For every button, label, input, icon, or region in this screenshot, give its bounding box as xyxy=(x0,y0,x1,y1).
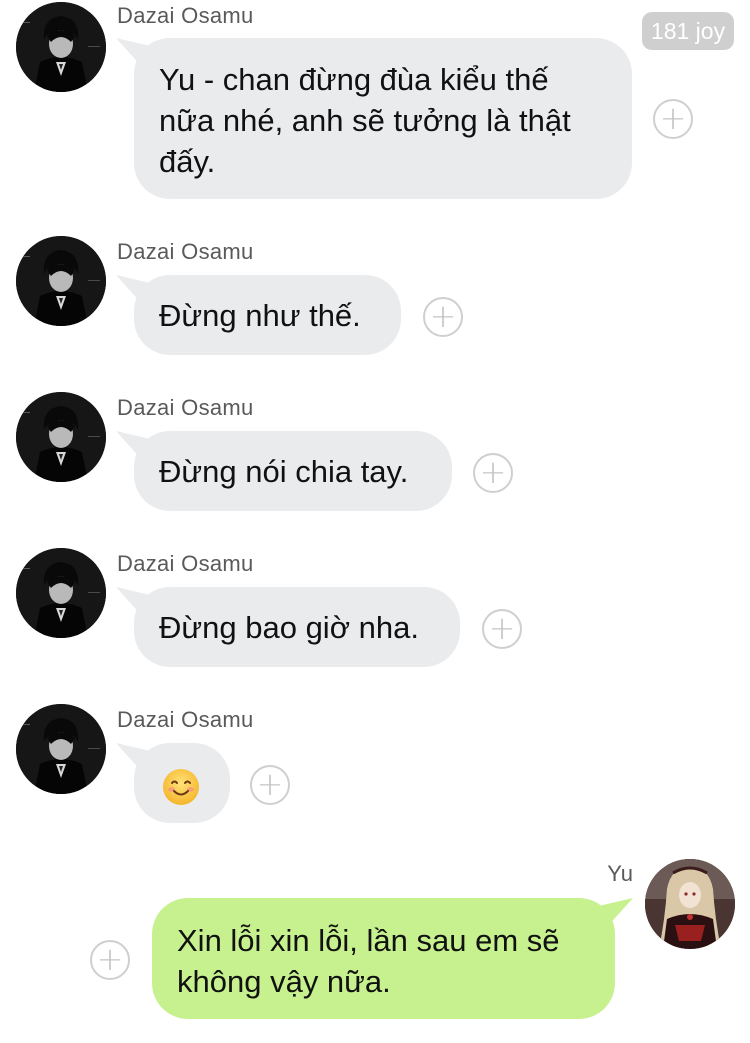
plus-circle-icon[interactable]: + xyxy=(473,453,513,493)
message-text: Đừng nói chia tay. xyxy=(159,454,409,489)
dazai-avatar[interactable] xyxy=(16,704,106,794)
sender-name: Dazai Osamu xyxy=(117,239,254,264)
dazai-avatar-image xyxy=(16,392,106,482)
dazai-avatar-image xyxy=(16,236,106,326)
message-bubble[interactable]: Đừng như thế. xyxy=(134,275,401,355)
plus-circle-icon[interactable]: + xyxy=(653,99,693,139)
message-bubble[interactable] xyxy=(134,743,230,823)
dazai-avatar[interactable] xyxy=(16,392,106,482)
message-text: Yu - chan đừng đùa kiểu thế nữa nhé, anh… xyxy=(159,62,571,179)
yu-avatar-image xyxy=(645,859,735,949)
plus-circle-icon[interactable]: + xyxy=(250,765,290,805)
sender-name: Dazai Osamu xyxy=(117,707,254,732)
plus-circle-icon[interactable]: + xyxy=(423,297,463,337)
dazai-avatar-image xyxy=(16,2,106,92)
plus-circle-icon[interactable]: + xyxy=(482,609,522,649)
message-bubble-outgoing[interactable]: Xin lỗi xin lỗi, lần sau em sẽ không vậy… xyxy=(152,898,615,1019)
dazai-avatar[interactable] xyxy=(16,2,106,92)
sender-name: Yu xyxy=(607,861,633,886)
smiling-face-emoji xyxy=(163,768,199,805)
reaction-count-badge[interactable]: 181 joy xyxy=(642,12,734,50)
dazai-avatar[interactable] xyxy=(16,236,106,326)
dazai-avatar-image xyxy=(16,704,106,794)
dazai-avatar-image xyxy=(16,548,106,638)
message-text: Đừng bao giờ nha. xyxy=(159,610,419,645)
plus-circle-icon[interactable]: + xyxy=(90,940,130,980)
message-bubble[interactable]: Yu - chan đừng đùa kiểu thế nữa nhé, anh… xyxy=(134,38,632,199)
yu-avatar[interactable] xyxy=(645,859,735,949)
sender-name: Dazai Osamu xyxy=(117,395,254,420)
message-bubble[interactable]: Đừng nói chia tay. xyxy=(134,431,452,511)
sender-name: Dazai Osamu xyxy=(117,3,254,28)
message-text: Xin lỗi xin lỗi, lần sau em sẽ không vậy… xyxy=(177,923,560,999)
sender-name: Dazai Osamu xyxy=(117,551,254,576)
message-bubble[interactable]: Đừng bao giờ nha. xyxy=(134,587,460,667)
message-text: Đừng như thế. xyxy=(159,298,361,333)
dazai-avatar[interactable] xyxy=(16,548,106,638)
